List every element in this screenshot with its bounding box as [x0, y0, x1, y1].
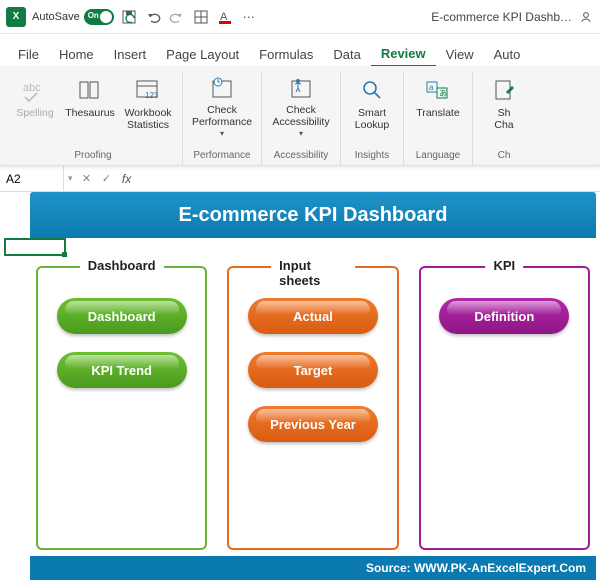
target-pill[interactable]: Target [248, 352, 378, 388]
tab-formulas[interactable]: Formulas [249, 43, 323, 66]
tab-automate[interactable]: Auto [484, 43, 531, 66]
excel-app-icon: X [6, 7, 26, 27]
panel-kpi: KPI Definition [419, 266, 590, 550]
name-box-chevron-icon[interactable]: ▾ [64, 173, 77, 184]
show-changes-button[interactable]: Sh Cha [479, 72, 529, 142]
name-box-input[interactable] [6, 172, 57, 186]
svg-text:a: a [429, 83, 434, 92]
ribbon: abc Spelling Thesaurus 123 Workbook Stat… [0, 66, 600, 166]
ribbon-group-language: aあ Translate Language [404, 72, 473, 165]
actual-pill[interactable]: Actual [248, 298, 378, 334]
ribbon-group-proofing: abc Spelling Thesaurus 123 Workbook Stat… [4, 72, 183, 165]
definition-pill[interactable]: Definition [439, 298, 569, 334]
check-performance-button[interactable]: Check Performance ▾ [189, 72, 255, 142]
panel-title-input: Input sheets [271, 258, 355, 288]
tab-review[interactable]: Review [371, 42, 436, 67]
ribbon-group-insights: Smart Lookup Insights [341, 72, 404, 165]
toggle-on-icon: On [84, 9, 114, 25]
group-label-changes: Ch [498, 148, 511, 165]
thesaurus-button[interactable]: Thesaurus [62, 72, 118, 142]
tab-page-layout[interactable]: Page Layout [156, 43, 249, 66]
previous-year-pill[interactable]: Previous Year [248, 406, 378, 442]
chevron-down-icon: ▾ [220, 129, 224, 138]
user-presence-icon[interactable] [578, 9, 594, 25]
accessibility-icon [287, 76, 315, 101]
group-label-accessibility: Accessibility [274, 148, 328, 165]
spelling-icon: abc [21, 76, 49, 104]
check-accessibility-button[interactable]: Check Accessibility ▾ [268, 72, 334, 142]
name-box[interactable] [0, 166, 64, 191]
document-title: E-commerce KPI Dashb… [431, 10, 572, 24]
smart-lookup-button[interactable]: Smart Lookup [347, 72, 397, 142]
autosave-toggle[interactable]: AutoSave On [32, 9, 114, 25]
panel-input-sheets: Input sheets Actual Target Previous Year [227, 266, 398, 550]
borders-icon[interactable] [192, 8, 210, 26]
source-footer: Source: WWW.PK-AnExcelExpert.Com [30, 556, 596, 580]
spelling-button[interactable]: abc Spelling [10, 72, 60, 142]
redo-icon[interactable] [168, 8, 186, 26]
panel-dashboard: Dashboard Dashboard KPI Trend [36, 266, 207, 550]
group-label-language: Language [416, 148, 461, 165]
ribbon-group-changes: Sh Cha Ch [473, 72, 535, 165]
dashboard-panels: Dashboard Dashboard KPI Trend Input shee… [36, 266, 590, 550]
worksheet-area[interactable]: E-commerce KPI Dashboard Dashboard Dashb… [0, 192, 600, 580]
svg-text:abc: abc [23, 82, 41, 94]
selected-cell-a2[interactable] [4, 238, 66, 256]
chevron-down-icon: ▾ [299, 129, 303, 138]
dashboard-pill[interactable]: Dashboard [57, 298, 187, 334]
cancel-formula-icon[interactable]: ✕ [77, 166, 97, 191]
tab-file[interactable]: File [8, 43, 49, 66]
ribbon-group-accessibility: Check Accessibility ▾ Accessibility [262, 72, 341, 165]
translate-button[interactable]: aあ Translate [410, 72, 466, 142]
translate-icon: aあ [424, 76, 452, 104]
panel-title-dashboard: Dashboard [80, 258, 164, 273]
undo-icon[interactable] [144, 8, 162, 26]
ribbon-group-performance: Check Performance ▾ Performance [183, 72, 262, 165]
tab-data[interactable]: Data [323, 43, 370, 66]
group-label-insights: Insights [355, 148, 389, 165]
save-icon[interactable] [120, 8, 138, 26]
performance-icon [208, 76, 236, 101]
group-label-performance: Performance [193, 148, 250, 165]
font-color-icon[interactable]: A [216, 8, 234, 26]
magnify-icon [358, 76, 386, 104]
kpi-trend-pill[interactable]: KPI Trend [57, 352, 187, 388]
tab-insert[interactable]: Insert [104, 43, 157, 66]
autosave-label: AutoSave [32, 11, 80, 23]
tab-home[interactable]: Home [49, 43, 104, 66]
fx-icon[interactable]: fx [117, 166, 137, 191]
group-label-proofing: Proofing [74, 148, 111, 165]
tab-view[interactable]: View [436, 43, 484, 66]
svg-text:123: 123 [145, 91, 159, 100]
formula-bar: ▾ ✕ ✓ fx [0, 166, 600, 192]
workbook-statistics-button[interactable]: 123 Workbook Statistics [120, 72, 176, 142]
svg-text:あ: あ [439, 89, 447, 98]
sheet-edit-icon [490, 76, 518, 104]
dashboard-title-banner: E-commerce KPI Dashboard [30, 192, 596, 238]
statistics-icon: 123 [134, 76, 162, 104]
panel-title-kpi: KPI [485, 258, 523, 273]
enter-formula-icon[interactable]: ✓ [97, 166, 117, 191]
book-icon [76, 76, 104, 104]
more-icon[interactable]: ⋯ [240, 8, 258, 26]
ribbon-tabs: File Home Insert Page Layout Formulas Da… [0, 34, 600, 66]
title-bar: X AutoSave On A ⋯ E-commerce KPI Dashb… [0, 0, 600, 34]
